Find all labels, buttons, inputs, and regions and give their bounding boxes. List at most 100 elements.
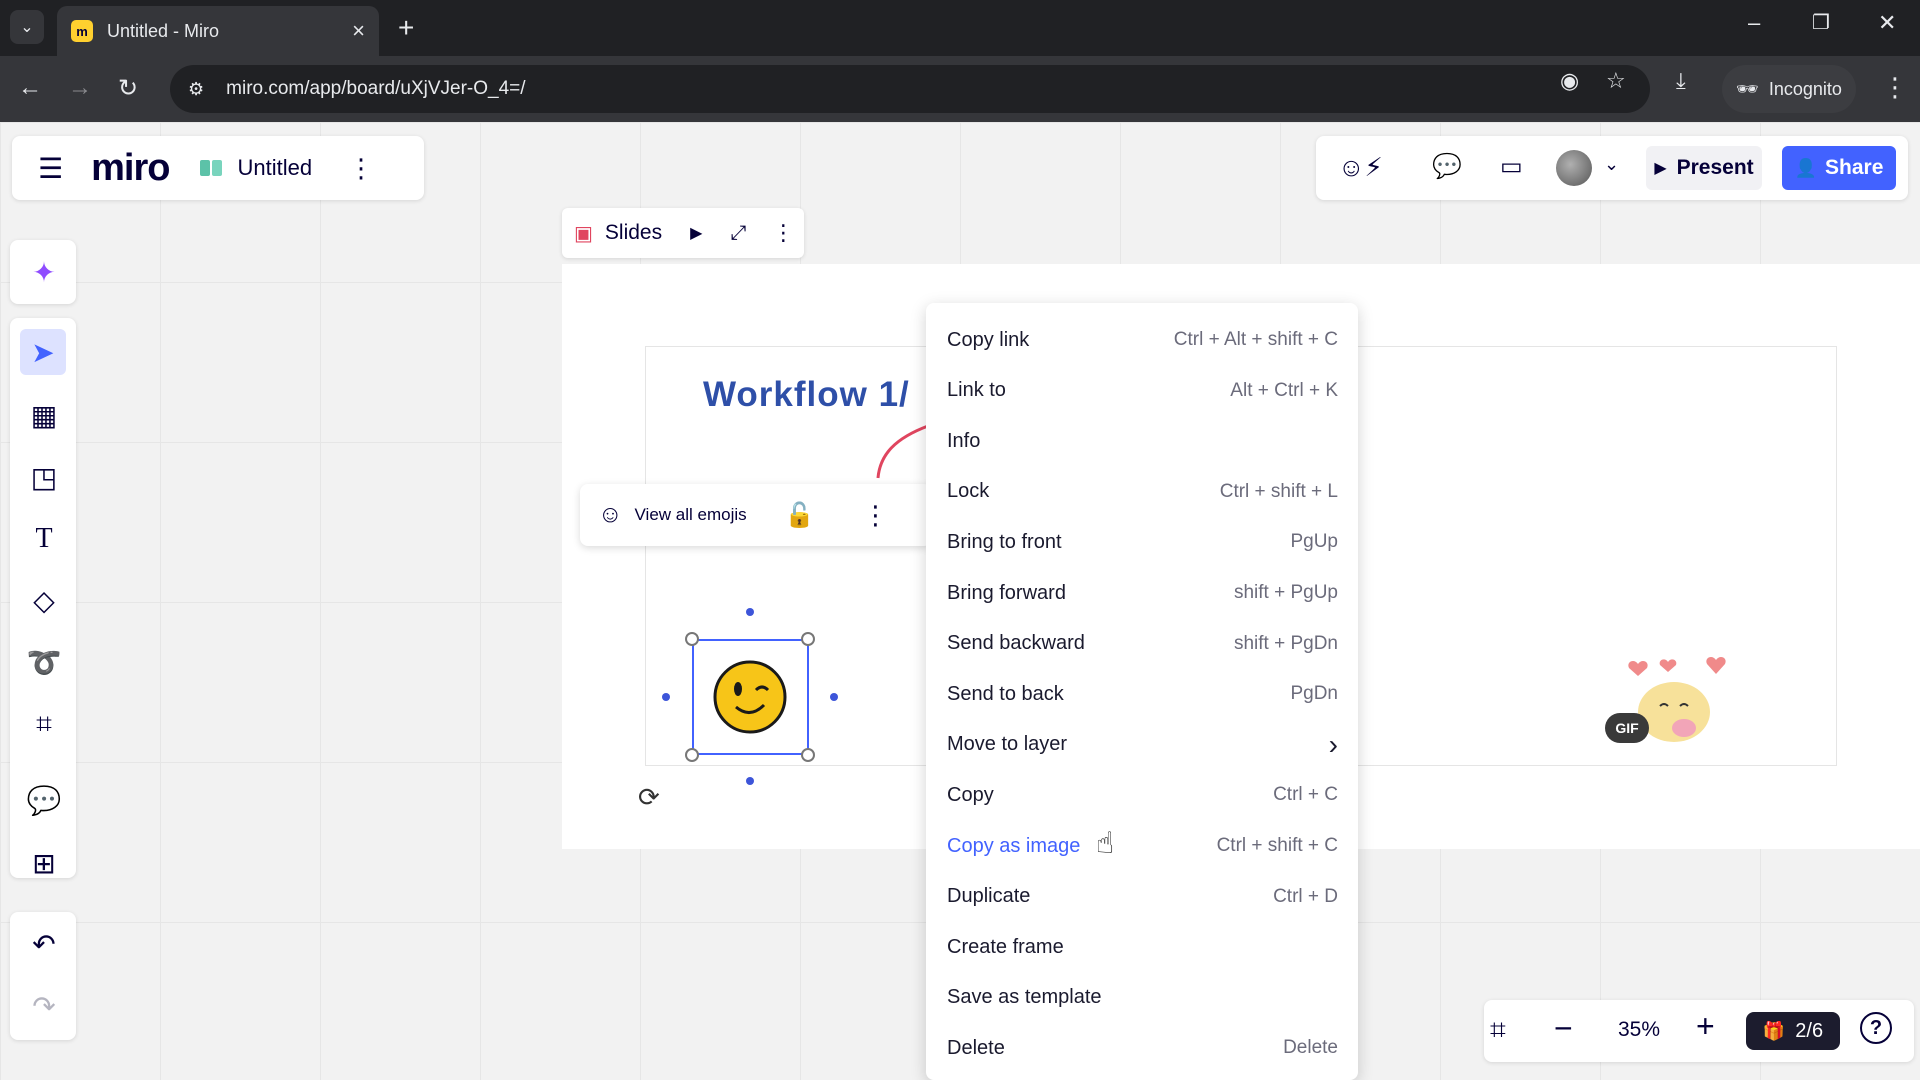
workflow-title[interactable]: Workflow 1/ [703, 375, 910, 415]
play-icon: ▶ [1654, 160, 1667, 177]
share-label: Share [1825, 156, 1884, 179]
resize-handle[interactable] [801, 748, 815, 762]
shapes-icon[interactable]: ◇ [26, 582, 62, 618]
select-tool-button[interactable]: ➤ [20, 329, 66, 375]
emoji-palette-icon: ☺ [598, 501, 623, 528]
play-slides-icon[interactable]: ▶ [690, 223, 702, 243]
context-menu-item[interactable]: Copy Ctrl + C [926, 770, 1358, 820]
frame-tool-icon[interactable]: ⌗ [26, 706, 62, 742]
context-menu-item[interactable]: Delete Delete [926, 1023, 1358, 1073]
context-menu-item[interactable]: Lock Ctrl + shift + L [926, 467, 1358, 517]
context-menu-item[interactable]: Bring forward shift + PgUp [926, 568, 1358, 618]
context-menu-item[interactable]: Copy as image Ctrl + shift + C [926, 821, 1358, 871]
context-menu-shortcut: Ctrl + D [1273, 885, 1338, 907]
incognito-label: Incognito [1768, 78, 1842, 99]
text-tool-icon[interactable]: T [26, 521, 62, 557]
restore-icon[interactable]: ❐ [1812, 10, 1830, 35]
reload-icon[interactable]: ↻ [118, 74, 138, 103]
context-menu-item[interactable]: Info [926, 416, 1358, 466]
close-tab-icon[interactable]: × [352, 18, 365, 44]
context-menu-item-label: Send backward [947, 632, 1085, 655]
slides-label[interactable]: Slides [605, 221, 662, 245]
context-menu-item-label: Copy as image [947, 834, 1081, 857]
reactions-icon[interactable]: ☺⚡ [1338, 152, 1383, 183]
winking-emoji[interactable] [712, 659, 788, 735]
download-icon[interactable]: ⤓ [1676, 68, 1686, 94]
context-menu-item[interactable]: Link to Alt + Ctrl + K [926, 366, 1358, 416]
zoom-level[interactable]: 35% [1618, 1018, 1660, 1042]
object-toolbar: ☺ View all emojis 🔓 ⋮ [580, 484, 932, 546]
new-tab-button[interactable]: + [398, 12, 414, 44]
present-button[interactable]: ▶ Present [1646, 146, 1762, 190]
video-call-icon[interactable]: ▭ [1500, 152, 1523, 181]
zoom-in-icon[interactable]: + [1696, 1008, 1715, 1045]
context-menu-item[interactable]: Copy link Ctrl + Alt + shift + C [926, 315, 1358, 365]
window-close-icon[interactable]: ✕ [1878, 10, 1896, 36]
tab-search-button[interactable]: ⌄ [10, 10, 44, 44]
browser-tab[interactable]: m Untitled - Miro × [57, 6, 379, 56]
context-menu-item[interactable]: Bring to front PgUp [926, 517, 1358, 567]
view-all-emojis-button[interactable]: View all emojis [635, 505, 747, 525]
slides-options-icon[interactable]: ⋮ [772, 220, 794, 246]
sticky-note-icon[interactable]: ◳ [26, 459, 62, 495]
fullscreen-icon[interactable]: ⤢ [730, 222, 746, 245]
slides-bar: ▣ Slides ▶ ⤢ ⋮ [562, 208, 804, 258]
context-menu-item[interactable]: Send backward shift + PgDn [926, 619, 1358, 669]
more-tools-icon[interactable]: ⊞ [26, 845, 62, 881]
incognito-indicator[interactable]: 🕶 Incognito [1722, 65, 1856, 113]
resize-handle[interactable] [685, 748, 699, 762]
context-menu-item[interactable]: Save as template [926, 973, 1358, 1023]
add-user-icon: 👤 [1794, 157, 1818, 178]
context-menu-item[interactable]: Duplicate Ctrl + D [926, 872, 1358, 922]
undo-icon[interactable]: ↶ [26, 926, 62, 962]
minimize-icon[interactable]: – [1748, 10, 1760, 36]
resize-handle[interactable] [801, 632, 815, 646]
board-options-icon[interactable]: ⋮ [348, 153, 374, 184]
pen-lasso-icon[interactable]: ➰ [26, 644, 62, 680]
bookmark-star-icon[interactable]: ☆ [1606, 68, 1626, 94]
address-bar[interactable]: ⚙ miro.com/app/board/uXjVJer-O_4=/ [170, 65, 1650, 113]
object-options-icon[interactable]: ⋮ [863, 500, 889, 531]
gift-icon: 🎁 [1762, 1020, 1786, 1041]
user-avatar[interactable] [1556, 150, 1592, 186]
resize-handle[interactable] [685, 632, 699, 646]
context-menu-item[interactable]: Create frame [926, 922, 1358, 972]
main-menu-icon[interactable]: ☰ [38, 152, 63, 185]
connection-dot[interactable] [830, 693, 838, 701]
context-menu-item[interactable]: Move to layer › [926, 720, 1358, 770]
redo-icon[interactable]: ↷ [26, 988, 62, 1024]
browser-menu-icon[interactable]: ⋮ [1882, 72, 1908, 103]
connection-dot[interactable] [746, 777, 754, 785]
context-menu-shortcut: Delete [1283, 1037, 1338, 1059]
chevron-right-icon: › [1328, 728, 1338, 760]
back-icon[interactable]: ← [18, 74, 42, 102]
chat-icon[interactable]: 💬 [1432, 152, 1462, 181]
context-menu-item-label: Duplicate [947, 885, 1031, 908]
chevron-down-icon[interactable]: ⌄ [1604, 154, 1619, 175]
site-settings-icon[interactable]: ⚙ [188, 79, 204, 100]
incognito-icon: 🕶 [1736, 78, 1759, 99]
comment-icon[interactable]: 💬 [26, 782, 62, 818]
templates-icon[interactable]: ▦ [26, 397, 62, 433]
context-menu-item[interactable]: Send to back PgDn [926, 669, 1358, 719]
eye-off-icon[interactable]: ◉ [1560, 68, 1579, 94]
browser-toolbar: ← → ↻ ⚙ miro.com/app/board/uXjVJer-O_4=/… [0, 56, 1920, 122]
context-menu-item-label: Bring to front [947, 530, 1062, 553]
browser-tabstrip: ⌄ m Untitled - Miro × + – ❐ ✕ [0, 0, 1920, 56]
connector-line[interactable] [872, 420, 932, 480]
forward-icon[interactable]: → [68, 74, 92, 102]
chevron-down-icon: ⌄ [20, 19, 34, 36]
context-menu-shortcut: shift + PgDn [1233, 632, 1338, 654]
fit-to-screen-icon[interactable]: ⌗ [1490, 1014, 1506, 1047]
lock-open-icon[interactable]: 🔓 [785, 501, 815, 530]
zoom-out-icon[interactable]: − [1554, 1010, 1573, 1047]
context-menu: Copy link Ctrl + Alt + shift + C Link to Al… [926, 303, 1358, 1080]
board-title[interactable]: Untitled [237, 155, 312, 181]
rotate-icon[interactable]: ⟳ [638, 782, 660, 813]
ai-sparkle-icon[interactable]: ✦ [26, 254, 62, 290]
share-button[interactable]: 👤 Share [1782, 146, 1896, 190]
help-icon[interactable]: ? [1860, 1012, 1892, 1044]
page-indicator[interactable]: 🎁 2/6 [1746, 1012, 1840, 1050]
connection-dot[interactable] [662, 693, 670, 701]
connection-dot[interactable] [746, 608, 754, 616]
